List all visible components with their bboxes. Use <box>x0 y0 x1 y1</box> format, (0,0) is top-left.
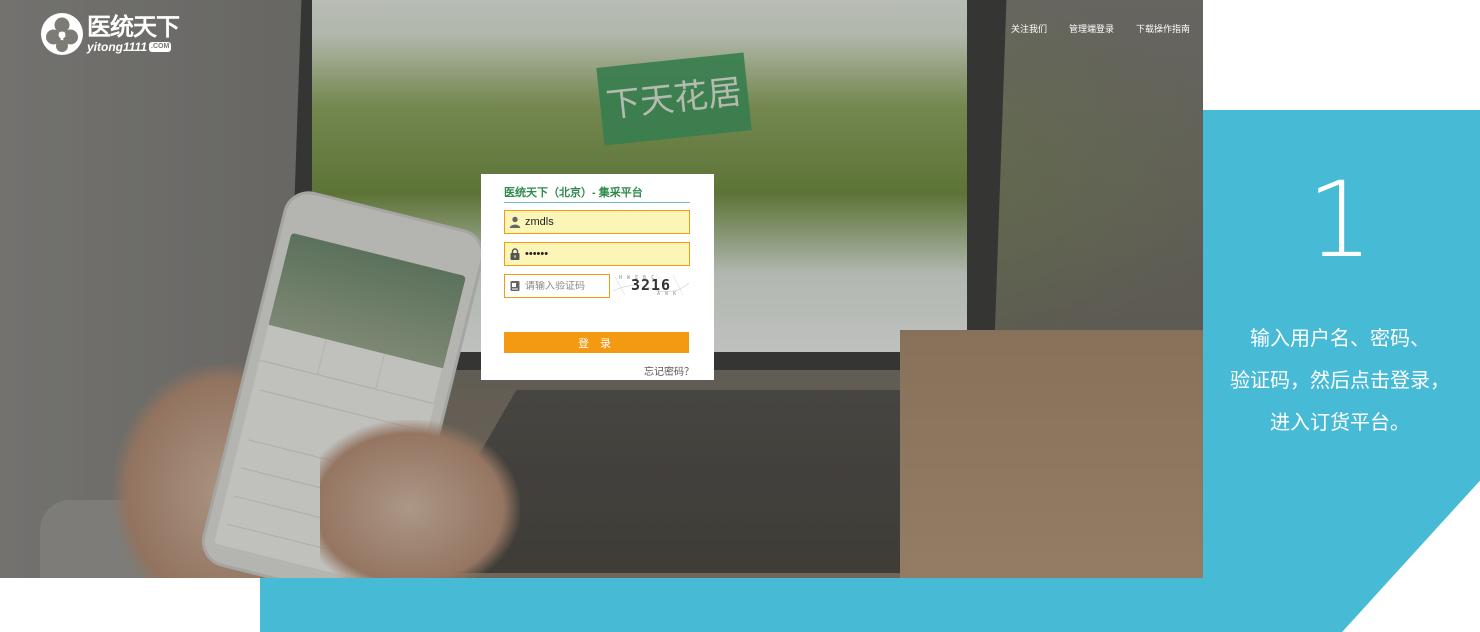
logo-com: .COM <box>149 42 172 52</box>
lock-icon <box>505 243 525 265</box>
top-nav: 关注我们 管理端登录 下载操作指南 <box>989 22 1190 35</box>
username-input[interactable] <box>525 216 685 228</box>
site-logo[interactable]: 医统天下 yitong1111 .COM <box>40 12 180 56</box>
password-field[interactable] <box>504 242 690 266</box>
login-panel: 医统天下（北京）- 集采平台 H W E B C A N K 3216 登 录 … <box>481 174 714 380</box>
login-button[interactable]: 登 录 <box>504 332 689 353</box>
captcha-icon <box>505 275 525 297</box>
step-number: 1 <box>1306 159 1374 281</box>
step-line: 验证码，然后点击登录， <box>1230 370 1450 392</box>
step-line: 进入订货平台。 <box>1270 412 1410 434</box>
logo-subtitle: yitong1111 <box>87 40 148 54</box>
divider <box>504 202 690 203</box>
nav-follow-us[interactable]: 关注我们 <box>1011 22 1047 35</box>
captcha-code: 3216 <box>630 276 672 294</box>
password-input[interactable] <box>525 248 685 260</box>
logo-title: 医统天下 <box>87 13 180 41</box>
step-instructions: 输入用户名、密码、 验证码，然后点击登录， 进入订货平台。 <box>1212 318 1468 444</box>
captcha-image[interactable]: H W E B C A N K 3216 <box>613 273 689 297</box>
captcha-input[interactable] <box>525 280 605 292</box>
nav-admin-login[interactable]: 管理端登录 <box>1069 22 1114 35</box>
nav-download-guide[interactable]: 下载操作指南 <box>1136 22 1190 35</box>
username-field[interactable] <box>504 210 690 234</box>
logo-flower-icon <box>40 12 84 56</box>
step-line: 输入用户名、密码、 <box>1250 328 1430 350</box>
login-title: 医统天下（北京）- 集采平台 <box>504 187 643 199</box>
user-icon <box>505 211 525 233</box>
captcha-field[interactable] <box>504 274 610 298</box>
forgot-password-link[interactable]: 忘记密码？ <box>644 363 694 378</box>
